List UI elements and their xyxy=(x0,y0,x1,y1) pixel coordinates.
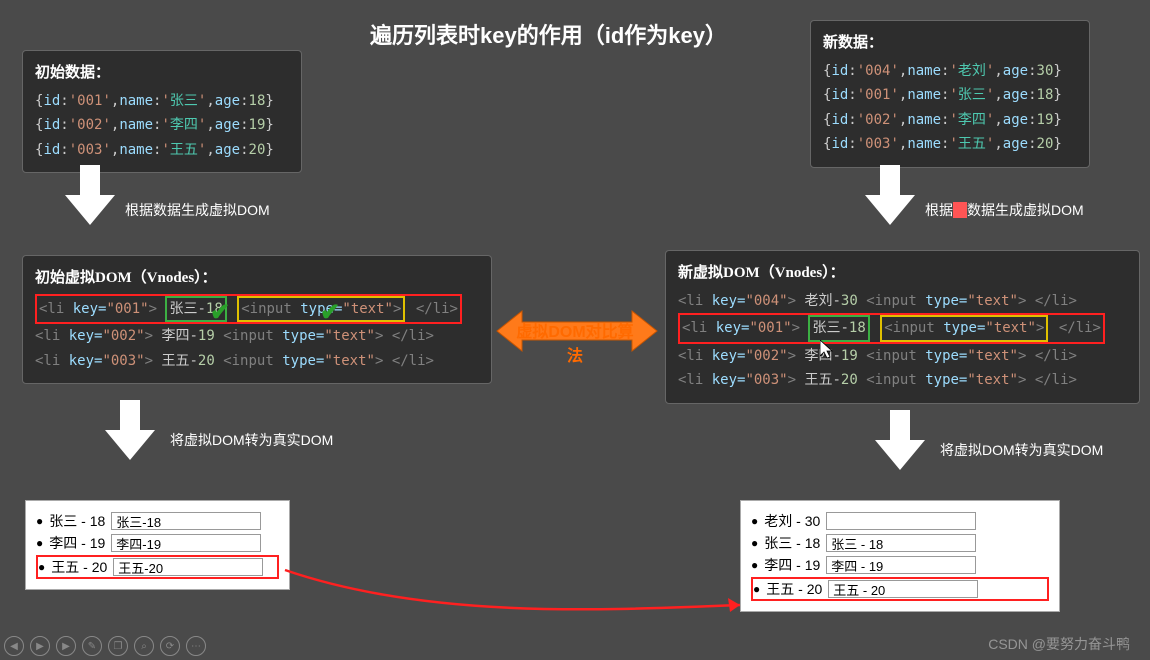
label-part: 数据生成虚拟DOM xyxy=(967,202,1084,218)
check-icon: ✔ xyxy=(320,298,340,327)
arrow-down-icon xyxy=(100,400,160,470)
left-data-box: 初始数据： {id:'001',name:'张三',age:18} {id:'0… xyxy=(22,50,302,173)
pen-button[interactable]: ✎ xyxy=(82,636,102,656)
watermark: CSDN @要努力奋斗鸭 xyxy=(988,634,1130,654)
left-arrow1-label: 根据数据生成虚拟DOM xyxy=(125,200,270,220)
data-row: {id:'003',name:'王五',age:20} xyxy=(823,132,1077,156)
dom-row: ●张三 - 18 xyxy=(36,511,279,531)
right-data-box: 新数据： {id:'004',name:'老刘',age:30} {id:'00… xyxy=(810,20,1090,168)
dom-input[interactable] xyxy=(111,534,261,552)
dom-input[interactable] xyxy=(826,556,976,574)
vnode-row: <li key="002"> 李四-19 <input type="text">… xyxy=(35,324,479,348)
dom-row: ●李四 - 19 xyxy=(36,533,279,553)
right-data-title: 新数据： xyxy=(823,31,1077,55)
label-part: 根据 xyxy=(925,202,953,218)
dom-label: 王五 - 20 xyxy=(766,579,822,599)
dom-label: 李四 - 19 xyxy=(764,555,820,575)
dom-label: 王五 - 20 xyxy=(51,557,107,577)
data-row: {id:'002',name:'李四',age:19} xyxy=(823,108,1077,132)
left-data-title: 初始数据： xyxy=(35,61,289,85)
dom-row: ●李四 - 19 xyxy=(751,555,1049,575)
left-arrow2-label: 将虚拟DOM转为真实DOM xyxy=(170,430,333,450)
left-dom-box: ●张三 - 18 ●李四 - 19 ●王五 - 20 xyxy=(25,500,290,590)
arrow-down-icon xyxy=(60,165,120,235)
right-arrow1-label: 根据新数据生成虚拟DOM xyxy=(925,200,1084,220)
data-row: {id:'004',name:'老刘',age:30} xyxy=(823,59,1077,83)
check-icon: ✔ xyxy=(210,298,230,327)
middle-label: 虚拟DOM对比算法 xyxy=(510,318,640,366)
dom-input[interactable] xyxy=(111,512,261,530)
prev-button[interactable]: ◀ xyxy=(4,636,24,656)
cursor-icon xyxy=(820,340,836,360)
vnode-row: <li key="004"> 老刘-30 <input type="text">… xyxy=(678,289,1127,313)
link-arrow-icon xyxy=(280,560,760,620)
right-vnode-title: 新虚拟DOM（Vnodes）： xyxy=(678,261,1127,285)
dom-row: ●王五 - 20 xyxy=(36,555,279,579)
vnode-row: <li key="003"> 王五-20 <input type="text">… xyxy=(678,368,1127,392)
more-button[interactable]: ⋯ xyxy=(186,636,206,656)
arrow-down-icon xyxy=(860,165,920,235)
arrow-down-icon xyxy=(870,410,930,480)
left-vnode-box: 初始虚拟DOM（Vnodes）： <li key="001"> 张三-18 <i… xyxy=(22,255,492,384)
dom-label: 老刘 - 30 xyxy=(764,511,820,531)
data-row: {id:'001',name:'张三',age:18} xyxy=(35,89,289,113)
right-vnode-box: 新虚拟DOM（Vnodes）： <li key="004"> 老刘-30 <in… xyxy=(665,250,1140,404)
data-row: {id:'001',name:'张三',age:18} xyxy=(823,83,1077,107)
dom-input[interactable] xyxy=(826,534,976,552)
data-row: {id:'003',name:'王五',age:20} xyxy=(35,138,289,162)
data-row: {id:'002',name:'李四',age:19} xyxy=(35,113,289,137)
dom-row: ●王五 - 20 xyxy=(751,577,1049,601)
zoom-button[interactable]: ⌕ xyxy=(134,636,154,656)
dom-input[interactable] xyxy=(828,580,978,598)
dom-input[interactable] xyxy=(113,558,263,576)
dom-row: ●老刘 - 30 xyxy=(751,511,1049,531)
right-dom-box: ●老刘 - 30 ●张三 - 18 ●李四 - 19 ●王五 - 20 xyxy=(740,500,1060,612)
dom-label: 张三 - 18 xyxy=(49,511,105,531)
right-arrow2-label: 将虚拟DOM转为真实DOM xyxy=(940,440,1103,460)
dom-row: ●张三 - 18 xyxy=(751,533,1049,553)
vnode-row: <li key="002"> 李四-19 <input type="text">… xyxy=(678,344,1127,368)
vnode-row: <li key="001"> 张三-18 <input type="text">… xyxy=(678,313,1105,343)
play-button[interactable]: ▶ xyxy=(30,636,50,656)
next-button[interactable]: ▶ xyxy=(56,636,76,656)
refresh-button[interactable]: ⟳ xyxy=(160,636,180,656)
vnode-row: <li key="001"> 张三-18 <input type="text">… xyxy=(35,294,462,324)
toolbar: ◀ ▶ ▶ ✎ ❐ ⌕ ⟳ ⋯ xyxy=(4,636,206,656)
dom-label: 李四 - 19 xyxy=(49,533,105,553)
dom-label: 张三 - 18 xyxy=(764,533,820,553)
left-vnode-title: 初始虚拟DOM（Vnodes）： xyxy=(35,266,479,290)
copy-button[interactable]: ❐ xyxy=(108,636,128,656)
dom-input[interactable] xyxy=(826,512,976,530)
label-part-hl: 新 xyxy=(953,202,967,218)
page-title: 遍历列表时key的作用（id作为key） xyxy=(370,18,727,50)
vnode-row: <li key="003"> 王五-20 <input type="text">… xyxy=(35,349,479,373)
